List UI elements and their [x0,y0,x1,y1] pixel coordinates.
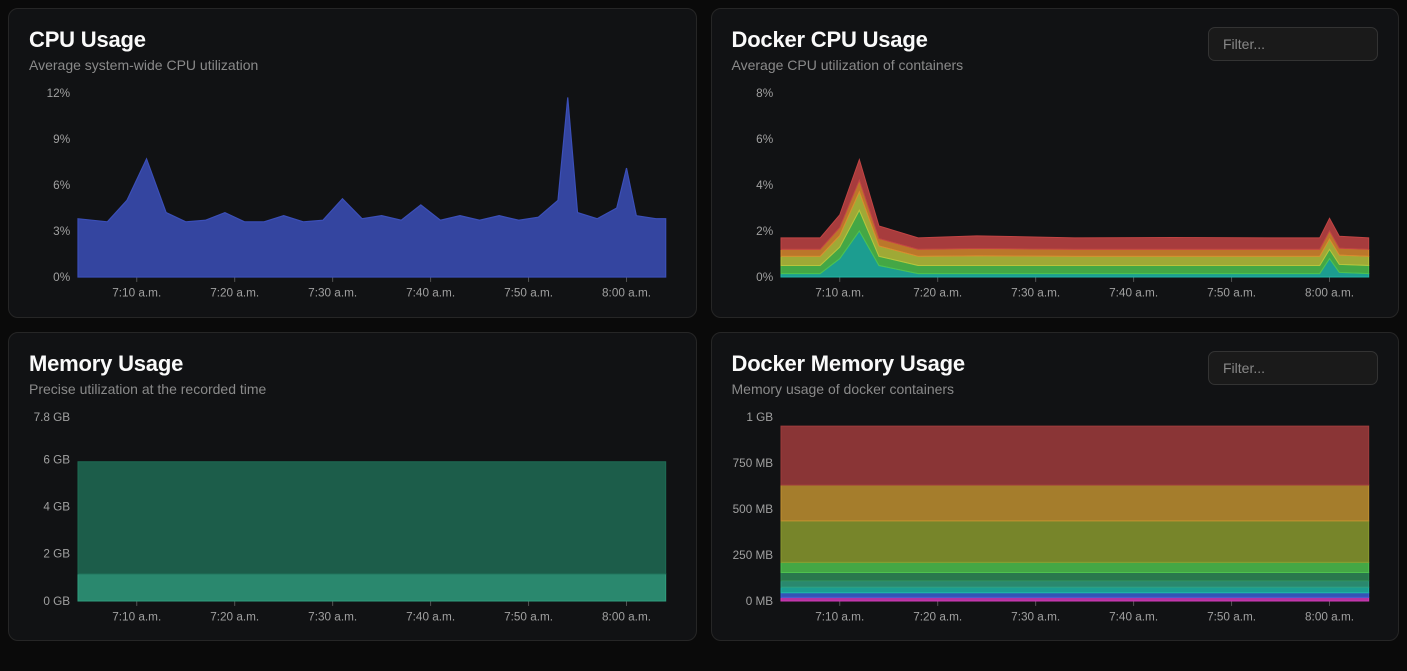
svg-text:3%: 3% [53,225,71,238]
svg-text:0 MB: 0 MB [745,594,773,607]
svg-text:7.8 GB: 7.8 GB [34,411,71,424]
panel-docker-memory-usage: Docker Memory Usage Memory usage of dock… [711,332,1400,642]
svg-text:8%: 8% [756,87,774,100]
svg-text:500 MB: 500 MB [732,502,773,515]
svg-text:7:50 a.m.: 7:50 a.m. [1207,287,1256,300]
svg-text:7:50 a.m.: 7:50 a.m. [504,610,553,623]
panel-docker-cpu-usage: Docker CPU Usage Average CPU utilization… [711,8,1400,318]
panel-memory-usage: Memory Usage Precise utilization at the … [8,332,697,642]
svg-text:7:10 a.m.: 7:10 a.m. [815,610,864,623]
svg-text:7:20 a.m.: 7:20 a.m. [913,287,962,300]
panel-header: Docker Memory Usage Memory usage of dock… [732,351,1379,397]
svg-text:6%: 6% [53,179,71,192]
chart-cpu[interactable]: 0% 3% 6% 9% 12% 7:10 a.m. 7:20 a.m. 7:30 a.m. 7:… [29,87,676,303]
svg-text:8:00 a.m.: 8:00 a.m. [1305,610,1354,623]
svg-text:8:00 a.m.: 8:00 a.m. [1305,287,1354,300]
svg-text:9%: 9% [53,133,71,146]
panel-title: CPU Usage [29,27,258,53]
svg-text:8:00 a.m.: 8:00 a.m. [602,610,651,623]
panel-subtitle: Average system-wide CPU utilization [29,57,258,73]
svg-text:0%: 0% [53,271,71,284]
panel-title: Memory Usage [29,351,266,377]
panel-header: Memory Usage Precise utilization at the … [29,351,676,397]
panel-title: Docker Memory Usage [732,351,965,377]
panel-header: Docker CPU Usage Average CPU utilization… [732,27,1379,73]
panel-cpu-usage: CPU Usage Average system-wide CPU utiliz… [8,8,697,318]
svg-text:2%: 2% [756,225,774,238]
chart-docker-cpu[interactable]: 0% 2% 4% 6% 8% 7:10 a.m. 7:20 a.m. 7:30 a.m. 7:4… [732,87,1379,303]
svg-text:7:10 a.m.: 7:10 a.m. [112,610,161,623]
panel-title: Docker CPU Usage [732,27,964,53]
svg-text:7:20 a.m.: 7:20 a.m. [913,610,962,623]
panel-subtitle: Average CPU utilization of containers [732,57,964,73]
svg-text:250 MB: 250 MB [732,548,773,561]
svg-text:7:40 a.m.: 7:40 a.m. [406,287,455,300]
filter-input[interactable] [1208,27,1378,61]
svg-text:12%: 12% [47,87,71,100]
svg-text:7:50 a.m.: 7:50 a.m. [504,287,553,300]
panel-subtitle: Precise utilization at the recorded time [29,381,266,397]
svg-text:7:30 a.m.: 7:30 a.m. [1011,287,1060,300]
svg-text:7:30 a.m.: 7:30 a.m. [308,287,357,300]
svg-text:8:00 a.m.: 8:00 a.m. [602,287,651,300]
svg-text:750 MB: 750 MB [732,456,773,469]
svg-text:2 GB: 2 GB [43,547,70,560]
svg-text:0%: 0% [756,271,774,284]
chart-memory[interactable]: 0 GB 2 GB 4 GB 6 GB 7.8 GB 7:10 a.m. 7:20 a.m.… [29,411,676,627]
panel-header: CPU Usage Average system-wide CPU utiliz… [29,27,676,73]
filter-input[interactable] [1208,351,1378,385]
svg-text:4%: 4% [756,179,774,192]
svg-text:7:40 a.m.: 7:40 a.m. [1109,287,1158,300]
svg-text:7:40 a.m.: 7:40 a.m. [1109,610,1158,623]
svg-text:7:30 a.m.: 7:30 a.m. [1011,610,1060,623]
svg-text:7:10 a.m.: 7:10 a.m. [112,287,161,300]
svg-text:4 GB: 4 GB [43,500,70,513]
svg-text:6 GB: 6 GB [43,453,70,466]
panel-subtitle: Memory usage of docker containers [732,381,965,397]
svg-text:7:30 a.m.: 7:30 a.m. [308,610,357,623]
svg-text:7:20 a.m.: 7:20 a.m. [210,287,259,300]
svg-text:6%: 6% [756,133,774,146]
svg-text:1 GB: 1 GB [746,411,773,424]
chart-docker-memory[interactable]: 0 MB 250 MB 500 MB 750 MB 1 GB 7:10 a.m. 7:20 … [732,411,1379,627]
svg-text:7:40 a.m.: 7:40 a.m. [406,610,455,623]
svg-text:0 GB: 0 GB [43,594,70,607]
svg-text:7:10 a.m.: 7:10 a.m. [815,287,864,300]
svg-text:7:20 a.m.: 7:20 a.m. [210,610,259,623]
svg-text:7:50 a.m.: 7:50 a.m. [1207,610,1256,623]
